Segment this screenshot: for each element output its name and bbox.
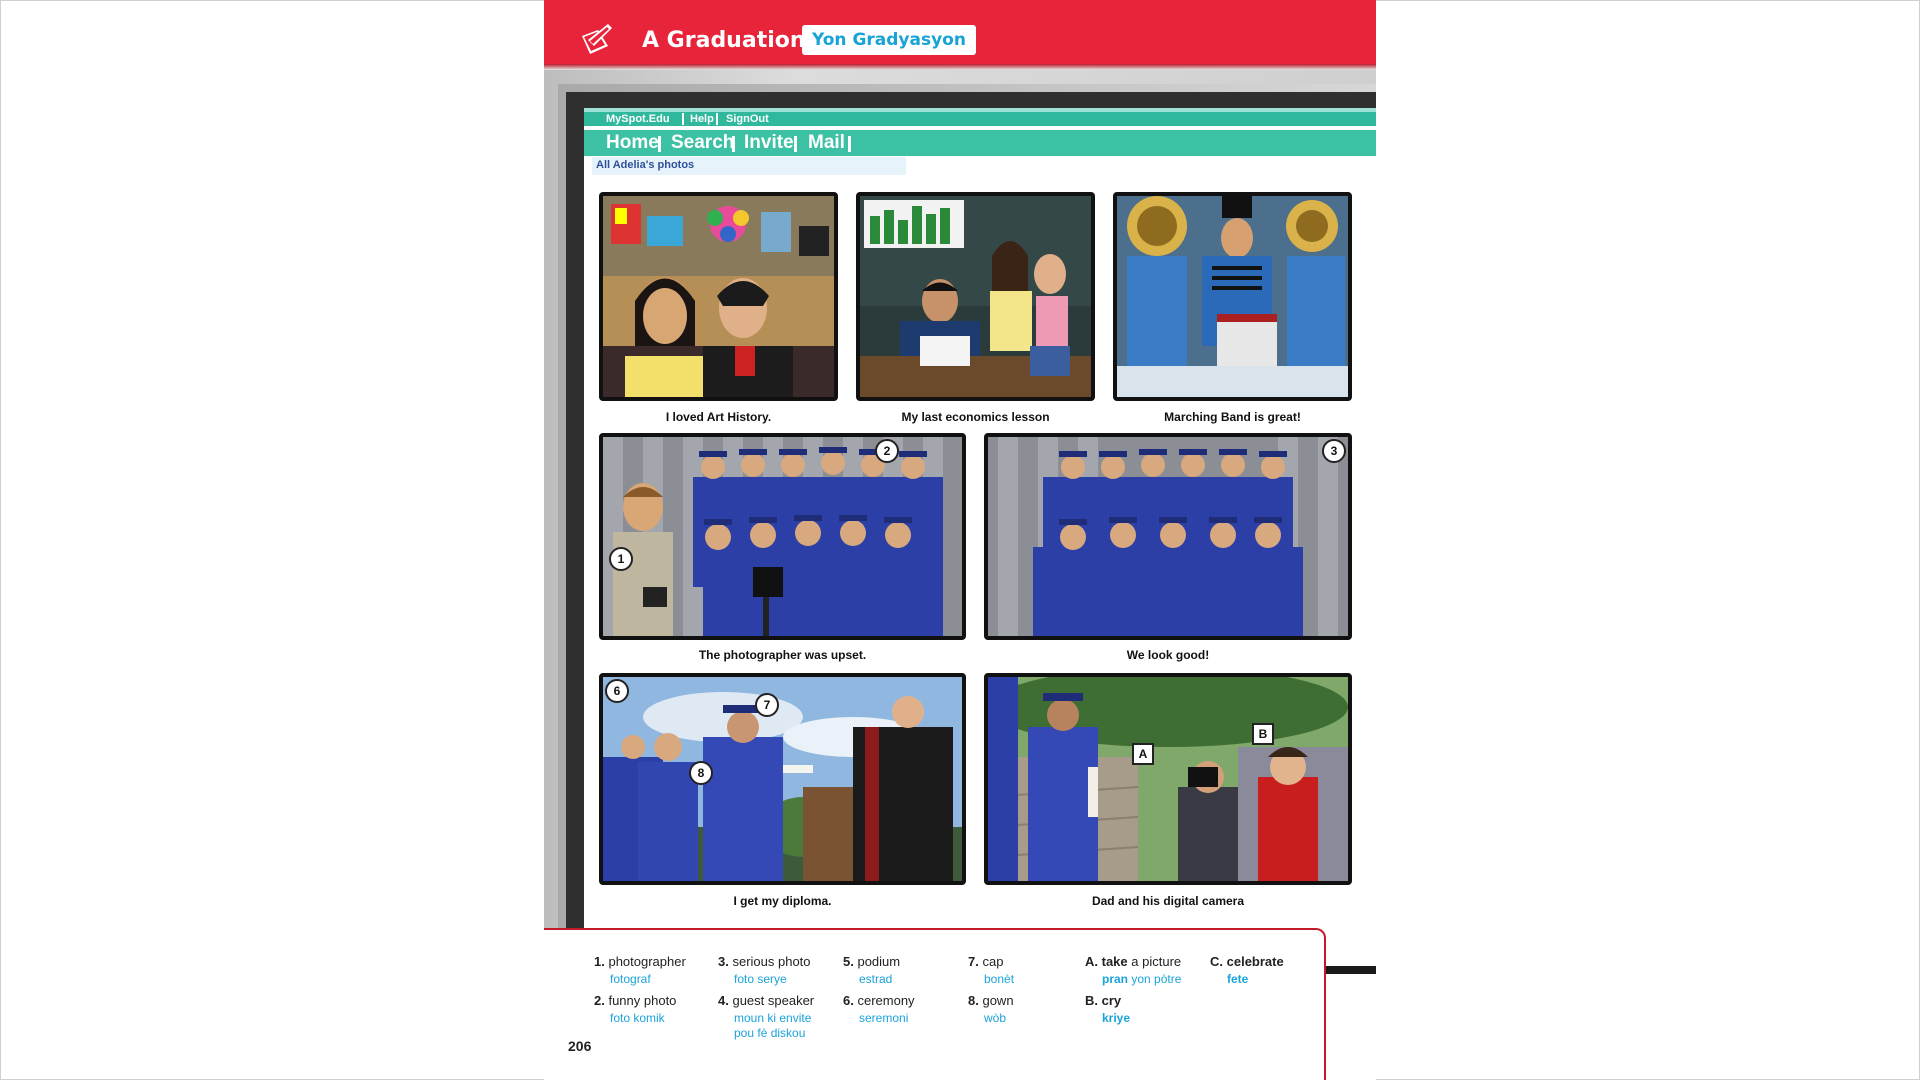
verb-translation-b: kriye	[1102, 1011, 1131, 1025]
photo-caption: My last economics lesson	[901, 410, 1050, 424]
nav-separator	[732, 136, 735, 152]
vocab-translation-7: bonèt	[984, 972, 1015, 986]
nav-home[interactable]: Home	[606, 132, 659, 154]
photo-economics[interactable]	[856, 192, 1095, 401]
vocab-translation-5: estrad	[859, 972, 893, 986]
verb-item-a: A. take a picture	[1085, 954, 1182, 969]
nav-separator	[658, 136, 661, 152]
vocab-item-7: 7. cap	[968, 954, 1004, 969]
vocab-item-6: 6. ceremony	[843, 993, 915, 1008]
vocab-item-5: 5. podium	[843, 954, 901, 969]
nav-separator	[716, 113, 718, 125]
photo-serious-photo[interactable]: 3	[984, 433, 1352, 640]
verb-translation-a: pran yon pòtre	[1102, 972, 1182, 986]
art-classroom-image	[603, 196, 834, 397]
diploma-ceremony-image	[603, 677, 962, 881]
vocab-item-3: 3. serious photo	[718, 954, 811, 969]
nav-mail[interactable]: Mail	[808, 132, 845, 154]
label-marker-2: 2	[875, 439, 899, 463]
nav-invite[interactable]: Invite	[744, 132, 794, 154]
label-marker-a: A	[1132, 743, 1154, 765]
vocab-item-8: 8. gown	[968, 993, 1014, 1008]
page-title-translation: Yon Gradyasyon	[802, 25, 976, 55]
label-marker-7: 7	[755, 693, 779, 717]
label-marker-b: B	[1252, 723, 1274, 745]
link-help[interactable]: Help	[690, 113, 714, 125]
photo-diploma[interactable]: 6 7 8	[599, 673, 966, 885]
vocab-translation-4: moun ki envite	[734, 1011, 812, 1025]
marching-band-image	[1117, 196, 1348, 397]
nav-separator	[794, 136, 797, 152]
photo-caption: The photographer was upset.	[698, 648, 867, 662]
photo-caption: I loved Art History.	[665, 410, 772, 424]
vocab-item-1: 1. photographer	[594, 954, 686, 969]
textbook-page: A Graduation Yon Gradyasyon MySpot.Edu H…	[544, 0, 1376, 1080]
vocab-translation-3: foto serye	[734, 972, 787, 986]
nav-search[interactable]: Search	[671, 132, 734, 154]
photo-caption: Marching Band is great!	[1164, 410, 1301, 424]
dad-camera-image	[988, 677, 1348, 881]
verb-item-b: B. cry	[1085, 993, 1122, 1008]
photo-caption: Dad and his digital camera	[1091, 894, 1245, 908]
nav-separator	[682, 113, 684, 125]
vocab-translation-4b: pou fè diskou	[734, 1026, 806, 1040]
photo-digital-camera[interactable]: A B	[984, 673, 1352, 885]
verb-translation-c: fete	[1227, 972, 1249, 986]
page-header: A Graduation Yon Gradyasyon	[544, 0, 1376, 64]
nav-separator	[848, 136, 851, 152]
serious-group-photo-image	[988, 437, 1348, 636]
label-marker-8: 8	[689, 761, 713, 785]
vocab-translation-6: seremoni	[859, 1011, 909, 1025]
link-myspot[interactable]: MySpot.Edu	[606, 113, 670, 125]
page-number: 206	[568, 1038, 592, 1054]
label-marker-6: 6	[605, 679, 629, 703]
photo-art-history[interactable]	[599, 192, 838, 401]
verb-item-c: C. celebrate	[1210, 954, 1284, 969]
economics-classroom-image	[860, 196, 1091, 397]
main-nav-bar: Home Search Invite Mail	[584, 130, 1376, 156]
photo-caption: I get my diploma.	[733, 894, 832, 908]
funny-group-photo-image	[603, 437, 962, 636]
link-signout[interactable]: SignOut	[726, 113, 769, 125]
vocab-translation-2: foto komik	[610, 1011, 665, 1025]
photo-caption: We look good!	[1126, 648, 1210, 662]
vocab-item-4: 4. guest speaker	[718, 993, 815, 1008]
vocab-translation-8: wòb	[984, 1011, 1007, 1025]
monitor-base-strip	[1326, 966, 1376, 974]
vocab-item-2: 2. funny photo	[594, 993, 677, 1008]
vocab-translation-1: fotograf	[610, 972, 651, 986]
pencil-book-icon	[582, 24, 612, 54]
top-links-bar: MySpot.Edu Help SignOut	[584, 112, 1376, 126]
label-marker-3: 3	[1322, 439, 1346, 463]
label-marker-1: 1	[609, 547, 633, 571]
page-title: A Graduation	[642, 28, 806, 53]
album-label[interactable]: All Adelia's photos	[592, 157, 906, 175]
photo-marching-band[interactable]	[1113, 192, 1352, 401]
photo-funny-photo[interactable]: 1 2	[599, 433, 966, 640]
